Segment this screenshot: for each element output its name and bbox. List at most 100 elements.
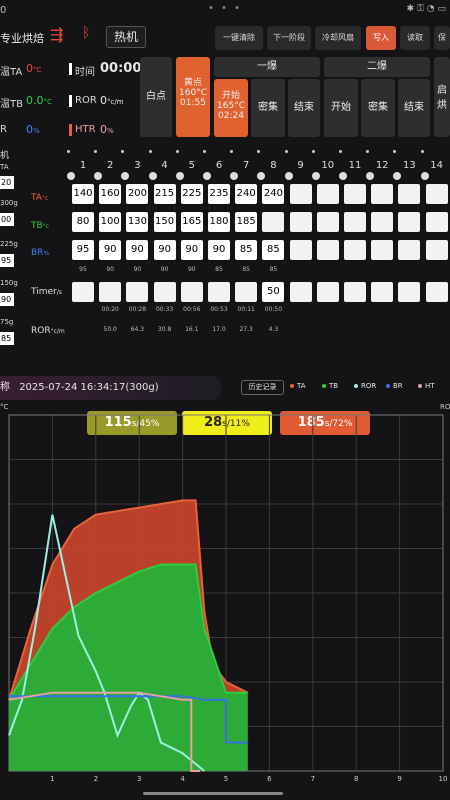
read-button[interactable]: 读取 bbox=[400, 26, 430, 50]
legend-item-ror[interactable]: ROR bbox=[354, 382, 376, 390]
bluetooth-icon[interactable]: ᛒ bbox=[82, 25, 90, 41]
tb-cell-2[interactable]: 100 bbox=[99, 212, 122, 232]
add-column-icon[interactable] bbox=[420, 172, 429, 180]
sidebar-ta-input[interactable]: 20 bbox=[0, 176, 14, 189]
sidebar-w4-input[interactable]: 85 bbox=[0, 332, 14, 345]
legend-item-ht[interactable]: HT bbox=[418, 382, 435, 390]
drop-button[interactable]: 启 烘 bbox=[434, 57, 450, 137]
ta-cell-12[interactable] bbox=[371, 184, 394, 204]
br-cell-8[interactable]: 85 bbox=[262, 240, 285, 260]
br-cell-7[interactable]: 85 bbox=[235, 240, 258, 260]
timer-cell-1[interactable] bbox=[72, 282, 94, 302]
ta-cell-8[interactable]: 240 bbox=[262, 184, 285, 204]
ta-cell-5[interactable]: 225 bbox=[180, 184, 203, 204]
tb-cell-13[interactable] bbox=[398, 212, 421, 232]
br-cell-14[interactable] bbox=[425, 240, 448, 260]
sidebar-w1-input[interactable]: 00 bbox=[0, 213, 14, 226]
ta-cell-9[interactable] bbox=[289, 184, 312, 204]
timer-cell-3[interactable] bbox=[126, 282, 149, 302]
sidebar-w2-input[interactable]: 95 bbox=[0, 254, 14, 267]
timer-cell-6[interactable] bbox=[208, 282, 230, 302]
tb-cell-4[interactable]: 150 bbox=[153, 212, 176, 232]
cooling-fan-button[interactable]: 冷却风扇 bbox=[315, 26, 361, 50]
add-column-icon[interactable] bbox=[284, 172, 293, 180]
ta-cell-6[interactable]: 235 bbox=[208, 184, 230, 204]
br-cell-1[interactable]: 95 bbox=[72, 240, 94, 260]
br-cell-6[interactable]: 90 bbox=[208, 240, 230, 260]
timer-cell-8[interactable]: 50 bbox=[262, 282, 285, 302]
ta-cell-4[interactable]: 215 bbox=[153, 184, 176, 204]
legend-item-ta[interactable]: TA bbox=[290, 382, 306, 390]
tb-cell-6[interactable]: 180 bbox=[208, 212, 230, 232]
ta-cell-1[interactable]: 140 bbox=[72, 184, 94, 204]
tb-cell-8[interactable] bbox=[262, 212, 285, 232]
br-cell-10[interactable] bbox=[316, 240, 339, 260]
usb-icon[interactable]: ⇶ bbox=[50, 25, 63, 44]
tb-cell-11[interactable] bbox=[344, 212, 366, 232]
timer-cell-7[interactable] bbox=[235, 282, 258, 302]
add-column-icon[interactable] bbox=[393, 172, 402, 180]
first-crack-end-button[interactable]: 结束 bbox=[288, 79, 320, 137]
next-stage-button[interactable]: 下一阶段 bbox=[267, 26, 311, 50]
home-indicator[interactable] bbox=[143, 792, 283, 795]
timer-cell-9[interactable] bbox=[289, 282, 312, 302]
ta-cell-2[interactable]: 160 bbox=[99, 184, 122, 204]
first-crack-dense-button[interactable]: 密集 bbox=[251, 79, 285, 137]
tb-cell-7[interactable]: 185 bbox=[235, 212, 258, 232]
timer-cell-11[interactable] bbox=[344, 282, 366, 302]
add-column-icon[interactable] bbox=[203, 172, 211, 180]
clear-all-button[interactable]: 一键清除 bbox=[215, 26, 263, 50]
ta-cell-13[interactable] bbox=[398, 184, 421, 204]
ta-cell-7[interactable]: 240 bbox=[235, 184, 258, 204]
timer-cell-2[interactable] bbox=[99, 282, 122, 302]
br-cell-5[interactable]: 90 bbox=[180, 240, 203, 260]
tb-cell-1[interactable]: 80 bbox=[72, 212, 94, 232]
br-cell-11[interactable] bbox=[344, 240, 366, 260]
timer-cell-13[interactable] bbox=[398, 282, 421, 302]
legend-item-tb[interactable]: TB bbox=[322, 382, 338, 390]
timer-cell-4[interactable] bbox=[153, 282, 176, 302]
add-column-icon[interactable] bbox=[94, 172, 103, 180]
save-button[interactable]: 保 bbox=[434, 26, 450, 50]
add-column-icon[interactable] bbox=[257, 172, 266, 180]
ta-cell-10[interactable] bbox=[316, 184, 339, 204]
first-crack-start-button[interactable]: 开始 165°C 02:24 bbox=[214, 79, 248, 137]
add-column-icon[interactable] bbox=[121, 172, 130, 180]
second-crack-dense-button[interactable]: 密集 bbox=[361, 79, 395, 137]
add-column-icon[interactable] bbox=[175, 172, 184, 180]
tb-cell-12[interactable] bbox=[371, 212, 394, 232]
br-cell-4[interactable]: 90 bbox=[153, 240, 176, 260]
timer-cell-5[interactable] bbox=[180, 282, 203, 302]
add-column-icon[interactable] bbox=[339, 172, 347, 180]
ta-cell-11[interactable] bbox=[344, 184, 366, 204]
add-column-icon[interactable] bbox=[366, 172, 375, 180]
br-cell-3[interactable]: 90 bbox=[126, 240, 149, 260]
yellow-point-button[interactable]: 黄点 160°C 01:55 bbox=[176, 57, 210, 137]
white-point-button[interactable]: 白点 bbox=[140, 57, 172, 137]
br-cell-9[interactable] bbox=[289, 240, 312, 260]
ta-cell-14[interactable] bbox=[425, 184, 448, 204]
br-cell-2[interactable]: 90 bbox=[99, 240, 122, 260]
add-column-icon[interactable] bbox=[148, 172, 157, 180]
second-crack-end-button[interactable]: 结束 bbox=[398, 79, 430, 137]
roast-mode-chip[interactable]: 热机 bbox=[106, 26, 146, 48]
tb-cell-10[interactable] bbox=[316, 212, 339, 232]
tb-cell-5[interactable]: 165 bbox=[180, 212, 203, 232]
add-column-icon[interactable] bbox=[230, 172, 239, 180]
timer-cell-12[interactable] bbox=[371, 282, 394, 302]
write-button[interactable]: 写入 bbox=[366, 26, 396, 50]
add-column-icon[interactable] bbox=[311, 172, 320, 180]
legend-item-br[interactable]: BR bbox=[386, 382, 403, 390]
timer-cell-14[interactable] bbox=[425, 282, 448, 302]
sidebar-w3-input[interactable]: 90 bbox=[0, 293, 14, 306]
ta-cell-3[interactable]: 200 bbox=[126, 184, 149, 204]
br-cell-13[interactable] bbox=[398, 240, 421, 260]
add-column-icon[interactable] bbox=[67, 172, 75, 180]
history-button[interactable]: 历史记录 bbox=[241, 380, 284, 395]
tb-cell-3[interactable]: 130 bbox=[126, 212, 149, 232]
br-cell-12[interactable] bbox=[371, 240, 394, 260]
second-crack-start-button[interactable]: 开始 bbox=[324, 79, 358, 137]
tb-cell-9[interactable] bbox=[289, 212, 312, 232]
timer-cell-10[interactable] bbox=[316, 282, 339, 302]
tb-cell-14[interactable] bbox=[425, 212, 448, 232]
